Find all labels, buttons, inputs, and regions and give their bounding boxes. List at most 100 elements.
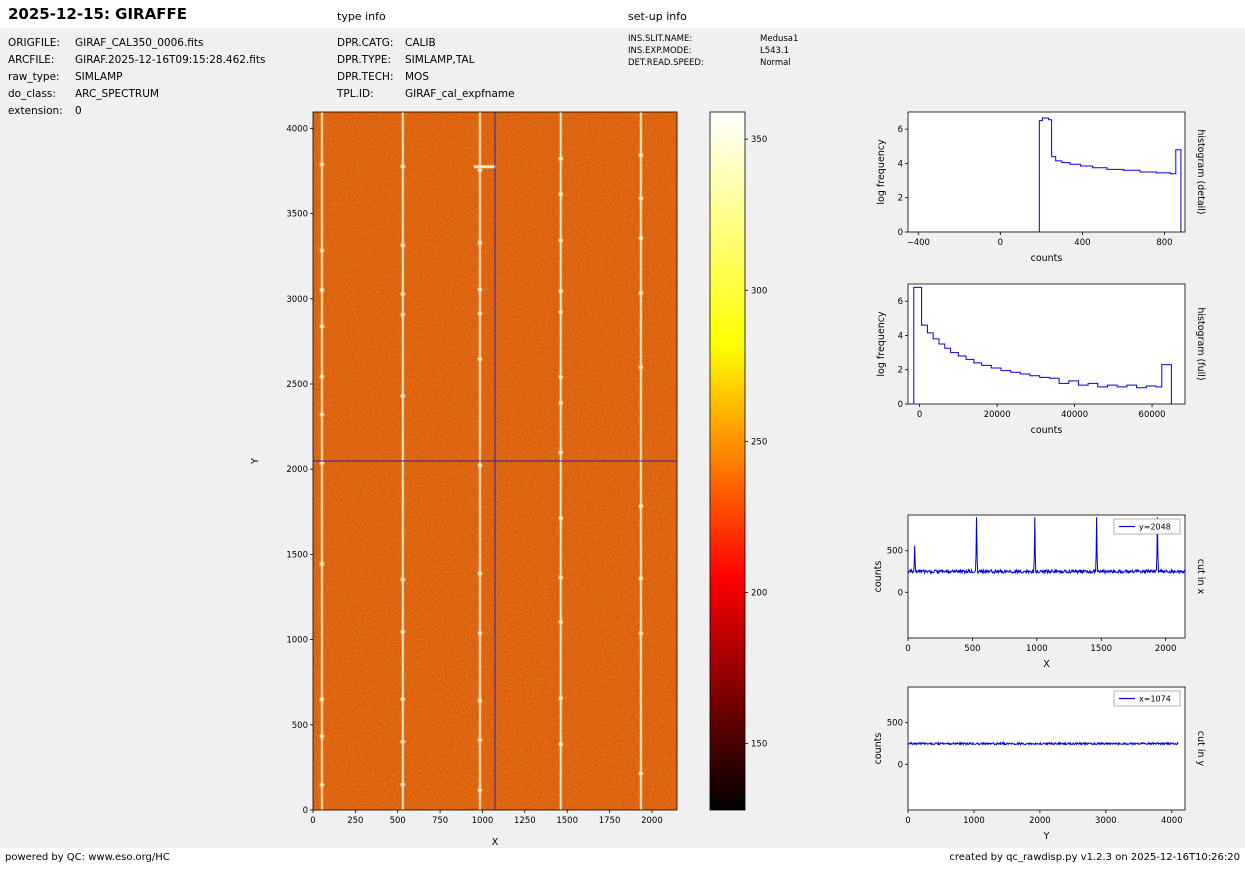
report-title: 2025-12-15: GIRAFFE	[8, 5, 187, 23]
info-value: GIRAF.2025-12-16T09:15:28.462.fits	[75, 54, 266, 66]
svg-text:counts: counts	[1031, 253, 1063, 264]
svg-text:500: 500	[964, 644, 980, 654]
svg-text:1000: 1000	[472, 816, 494, 826]
info-value: Medusa1	[760, 34, 799, 44]
svg-text:500: 500	[887, 719, 903, 729]
footer-credit-left: powered by QC: www.eso.org/HC	[5, 852, 170, 863]
setup-info-heading: set-up info	[628, 10, 687, 23]
svg-text:0: 0	[898, 228, 903, 238]
info-label: ARCFILE:	[8, 54, 55, 66]
plot-raw-image: 0 250 500 750 1000 1250 1500 1750 2000 0 500 1000 15…	[250, 111, 678, 848]
svg-text:4: 4	[898, 159, 903, 169]
svg-text:Y: Y	[250, 458, 261, 465]
footer-credit-right: created by qc_rawdisp.py v1.2.3 on 2025-…	[949, 852, 1240, 863]
svg-text:6: 6	[898, 297, 903, 307]
info-label: INS.SLIT.NAME:	[628, 34, 693, 44]
colorbar: 150 200 250 300 350	[709, 111, 767, 811]
info-row-extension: extension: 0	[8, 105, 82, 117]
svg-text:counts: counts	[873, 561, 884, 593]
svg-text:0: 0	[998, 238, 1003, 248]
svg-text:2500: 2500	[286, 380, 308, 390]
qc-report-page: 2025-12-15: GIRAFFE type info set-up inf…	[0, 0, 1245, 870]
info-row-rawtype: raw_type: SIMLAMP	[8, 71, 123, 83]
legend: x=1074	[1113, 690, 1181, 707]
type-info-heading: type info	[337, 10, 386, 23]
svg-text:log frequency: log frequency	[876, 139, 887, 205]
svg-text:0: 0	[898, 400, 903, 410]
plot-area	[907, 283, 1186, 405]
svg-text:cut in y: cut in y	[1195, 731, 1206, 767]
svg-text:6: 6	[898, 125, 903, 135]
svg-text:1000: 1000	[963, 816, 985, 826]
svg-text:20000: 20000	[984, 410, 1011, 420]
plot-cut-in-y: 0 1000 2000 3000 4000 0 500 Ycounts cut in y x=10…	[873, 686, 1206, 842]
svg-text:40000: 40000	[1061, 410, 1088, 420]
svg-text:500: 500	[887, 547, 903, 557]
info-value: SIMLAMP	[75, 71, 123, 83]
svg-text:150: 150	[751, 740, 767, 750]
svg-text:histogram (detail): histogram (detail)	[1195, 129, 1206, 214]
data-line	[909, 286, 1172, 404]
info-row-doclass: do_class: ARC_SPECTRUM	[8, 88, 159, 100]
plot-cut-in-x: 0 500 1000 1500 2000 0 500 Xcounts cut in x y=204…	[873, 514, 1206, 670]
emission-lines	[319, 112, 644, 810]
info-label: DPR.TYPE:	[337, 54, 392, 66]
plots-canvas: 0 250 500 750 1000 1250 1500 1750 20000500100015…	[250, 111, 1206, 848]
info-label: DPR.TECH:	[337, 71, 394, 83]
svg-text:1250: 1250	[514, 816, 536, 826]
data-line	[912, 117, 1182, 232]
svg-text:log frequency: log frequency	[876, 311, 887, 377]
svg-text:4000: 4000	[286, 124, 308, 134]
plot-histogram-detail: −400 0 400 800 0 2 4 6 counts log frequency histog…	[876, 111, 1206, 264]
info-label: INS.EXP.MODE:	[628, 46, 692, 56]
svg-text:0: 0	[905, 816, 910, 826]
svg-text:60000: 60000	[1139, 410, 1166, 420]
info-label: ORIGFILE:	[8, 37, 60, 49]
svg-text:1750: 1750	[599, 816, 621, 826]
svg-text:300: 300	[751, 286, 767, 296]
info-value: L543.1	[760, 46, 790, 56]
info-label: do_class:	[8, 88, 56, 100]
info-value: 0	[75, 105, 82, 117]
svg-text:750: 750	[432, 816, 448, 826]
svg-text:0: 0	[905, 644, 910, 654]
svg-text:0: 0	[310, 816, 315, 826]
svg-text:−400: −400	[907, 238, 930, 248]
plot-histogram-full: 0 20000 40000 60000 0 2 4 6 counts log frequency h…	[876, 283, 1206, 436]
svg-text:500: 500	[292, 721, 308, 731]
info-row-dpr-tech: DPR.TECH: MOS	[337, 71, 429, 83]
info-row-exp-mode: INS.EXP.MODE: L543.1	[628, 46, 789, 56]
svg-text:250: 250	[347, 816, 363, 826]
info-value: GIRAF_cal_expfname	[405, 88, 515, 100]
info-label: DET.READ.SPEED:	[628, 58, 704, 68]
info-value: GIRAF_CAL350_0006.fits	[75, 37, 204, 49]
svg-text:0: 0	[917, 410, 922, 420]
svg-text:200: 200	[751, 588, 767, 598]
svg-text:0: 0	[303, 806, 308, 816]
info-value: Normal	[760, 58, 791, 68]
svg-text:2000: 2000	[286, 465, 308, 475]
svg-text:cut in x: cut in x	[1195, 559, 1206, 595]
svg-text:2000: 2000	[641, 816, 663, 826]
svg-text:800: 800	[1156, 238, 1172, 248]
svg-text:1000: 1000	[1026, 644, 1048, 654]
svg-text:histogram (full): histogram (full)	[1195, 307, 1206, 380]
info-value: CALIB	[405, 37, 436, 49]
info-row-tpl-id: TPL.ID: GIRAF_cal_expfname	[337, 88, 515, 100]
svg-text:3000: 3000	[1095, 816, 1117, 826]
info-row-slit-name: INS.SLIT.NAME: Medusa1	[628, 34, 798, 44]
info-value: MOS	[405, 71, 429, 83]
svg-text:350: 350	[751, 135, 767, 145]
svg-text:3500: 3500	[286, 210, 308, 220]
svg-text:500: 500	[390, 816, 406, 826]
plot-area	[907, 686, 1186, 811]
svg-text:X: X	[492, 837, 499, 848]
svg-text:1500: 1500	[556, 816, 578, 826]
svg-text:counts: counts	[1031, 425, 1063, 436]
svg-text:x=1074: x=1074	[1139, 695, 1171, 704]
svg-text:2: 2	[898, 366, 903, 376]
svg-text:2000: 2000	[1155, 644, 1177, 654]
colorbar-gradient	[709, 111, 746, 811]
svg-text:250: 250	[751, 437, 767, 447]
info-row-arcfile: ARCFILE: GIRAF.2025-12-16T09:15:28.462.fi…	[8, 54, 266, 66]
